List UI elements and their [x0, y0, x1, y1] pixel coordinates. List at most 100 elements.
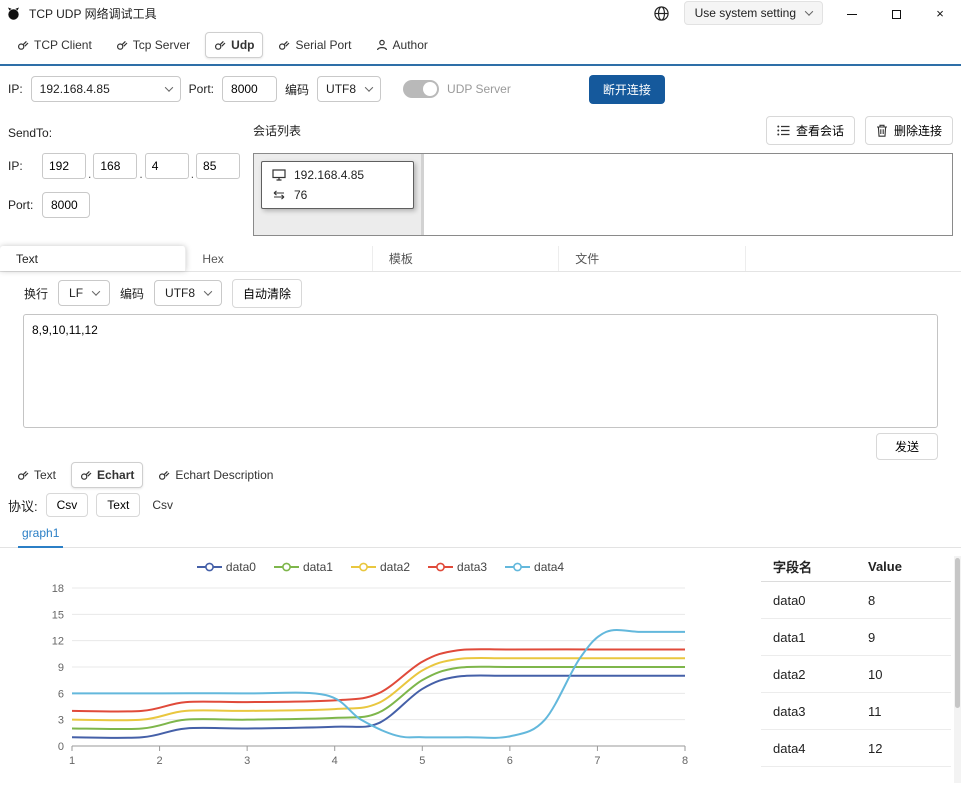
- close-button[interactable]: ×: [925, 6, 955, 21]
- payload-tab-template[interactable]: 模板: [373, 246, 560, 271]
- graph1-tab[interactable]: graph1: [18, 526, 64, 548]
- tab-label: Author: [392, 38, 428, 52]
- payload-tab-hex[interactable]: Hex: [186, 246, 373, 271]
- chart-section: data0 data1 data2 data3 data4 0 3 6 9 12 15 18 1 2 3 4…: [0, 548, 961, 787]
- chevron-down-icon: [203, 287, 213, 296]
- table-header-field: 字段名: [773, 560, 813, 575]
- svg-text:6: 6: [507, 755, 513, 767]
- svg-text:0: 0: [58, 741, 64, 753]
- payload-tab-text[interactable]: Text: [0, 246, 187, 271]
- chart-canvas: 03691215181 2 3 4 5 6 7 8: [52, 583, 688, 767]
- payload-tab-file[interactable]: 文件: [559, 246, 746, 271]
- view-tab-text[interactable]: Text: [8, 462, 65, 488]
- delete-connection-label: 删除连接: [893, 124, 942, 138]
- protocol-option-csv-2[interactable]: Csv: [148, 494, 177, 516]
- port-input[interactable]: [222, 76, 278, 102]
- table-cell-value: 10: [868, 666, 883, 682]
- payload-tab-label: Text: [16, 251, 39, 266]
- protocol-option-csv[interactable]: Csv: [45, 493, 89, 517]
- sendto-ip-label: IP:: [8, 159, 23, 173]
- ip-label: IP:: [8, 82, 23, 96]
- maximize-button[interactable]: [881, 6, 911, 21]
- tab-serial-port[interactable]: Serial Port: [269, 32, 360, 58]
- disconnect-button[interactable]: 断开连接: [588, 74, 665, 104]
- table-cell-field: data1: [773, 629, 806, 645]
- table-row: data0 8: [761, 582, 951, 619]
- udp-server-toggle[interactable]: [403, 80, 440, 98]
- main-tab-strip: TCP Client Tcp Server Udp Serial Port Au…: [0, 26, 961, 66]
- table-row: data3 11: [761, 693, 951, 730]
- sendto-ip-input: . . .: [42, 153, 241, 180]
- legend-item[interactable]: data3: [428, 560, 487, 574]
- send-text-input[interactable]: 8,9,10,11,12: [23, 314, 938, 428]
- legend-marker-icon: [196, 562, 222, 572]
- sendto-port-input[interactable]: [42, 192, 90, 218]
- view-tab-label: Text: [34, 468, 57, 482]
- title-bar: TCP UDP 网络调试工具 Use system setting ×: [0, 0, 961, 26]
- legend-label: data2: [379, 560, 411, 574]
- view-tab-echart[interactable]: Echart: [71, 462, 144, 488]
- vertical-scrollbar[interactable]: [954, 556, 961, 783]
- protocol-option-text[interactable]: Text: [96, 493, 141, 517]
- svg-text:2: 2: [157, 755, 163, 767]
- auto-clear-button[interactable]: 自动清除: [232, 278, 303, 308]
- send-encoding-label: 编码: [120, 286, 145, 301]
- plug-icon: [278, 39, 290, 51]
- tab-label: Serial Port: [295, 38, 352, 52]
- send-button[interactable]: 发送: [876, 433, 938, 460]
- delete-connection-button[interactable]: 删除连接: [864, 116, 953, 145]
- plug-icon: [80, 469, 92, 481]
- send-encoding-select-value: UTF8: [165, 286, 196, 300]
- receive-view-tabs: Text Echart Echart Description: [0, 460, 961, 490]
- encoding-select[interactable]: UTF8: [317, 76, 382, 102]
- view-tab-label: Echart: [97, 468, 135, 482]
- plug-icon: [116, 39, 128, 51]
- session-list-title: 会话列表: [253, 124, 302, 138]
- legend-item[interactable]: data2: [350, 560, 411, 574]
- ip-octet-2[interactable]: [93, 153, 138, 179]
- toggle-knob: [423, 82, 438, 96]
- linebreak-select[interactable]: LF: [58, 280, 111, 306]
- ip-octet-3[interactable]: [144, 153, 189, 179]
- tab-udp[interactable]: Udp: [205, 32, 264, 58]
- scrollbar-thumb[interactable]: [955, 558, 960, 708]
- globe-icon[interactable]: [653, 5, 670, 22]
- legend-label: data4: [534, 560, 565, 574]
- svg-text:18: 18: [52, 583, 64, 595]
- view-session-label: 查看会话: [795, 124, 844, 138]
- plug-icon: [17, 39, 29, 51]
- legend-marker-icon: [428, 562, 454, 572]
- table-cell-value: 8: [868, 592, 876, 608]
- legend-item[interactable]: data4: [505, 560, 564, 574]
- send-encoding-select[interactable]: UTF8: [154, 280, 223, 306]
- plug-icon: [158, 469, 170, 481]
- minimize-button[interactable]: [837, 6, 867, 21]
- ip-octet-4[interactable]: [196, 153, 241, 179]
- udp-server-label: UDP Server: [447, 82, 511, 96]
- theme-select[interactable]: Use system setting: [683, 1, 823, 25]
- payload-tab-label: 模板: [388, 252, 413, 266]
- legend-marker-icon: [505, 562, 531, 572]
- payload-tab-label: 文件: [575, 252, 600, 266]
- legend-item[interactable]: data0: [196, 560, 256, 574]
- session-card[interactable]: 192.168.4.85 76: [261, 161, 414, 209]
- theme-select-value: Use system setting: [694, 6, 796, 20]
- monitor-icon: [272, 169, 286, 181]
- tab-tcp-client[interactable]: TCP Client: [8, 32, 101, 58]
- table-cell-field: data3: [773, 703, 806, 719]
- table-cell-field: data0: [773, 592, 806, 608]
- app-window: TCP UDP 网络调试工具 Use system setting × TCP …: [0, 0, 961, 787]
- view-session-button[interactable]: 查看会话: [765, 116, 855, 145]
- legend-item[interactable]: data1: [273, 560, 333, 574]
- view-tab-echart-description[interactable]: Echart Description: [149, 462, 282, 488]
- legend-label: data1: [302, 560, 333, 574]
- protocol-row: 协议: Csv Text Csv: [0, 490, 961, 520]
- legend-marker-icon: [350, 562, 376, 572]
- chevron-down-icon: [804, 7, 814, 16]
- table-cell-value: 11: [868, 703, 882, 719]
- tab-author[interactable]: Author: [367, 32, 437, 58]
- tab-tcp-server[interactable]: Tcp Server: [107, 32, 199, 58]
- svg-text:5: 5: [419, 755, 425, 767]
- ip-octet-1[interactable]: [42, 153, 86, 179]
- ip-combobox[interactable]: 192.168.4.85: [30, 76, 181, 102]
